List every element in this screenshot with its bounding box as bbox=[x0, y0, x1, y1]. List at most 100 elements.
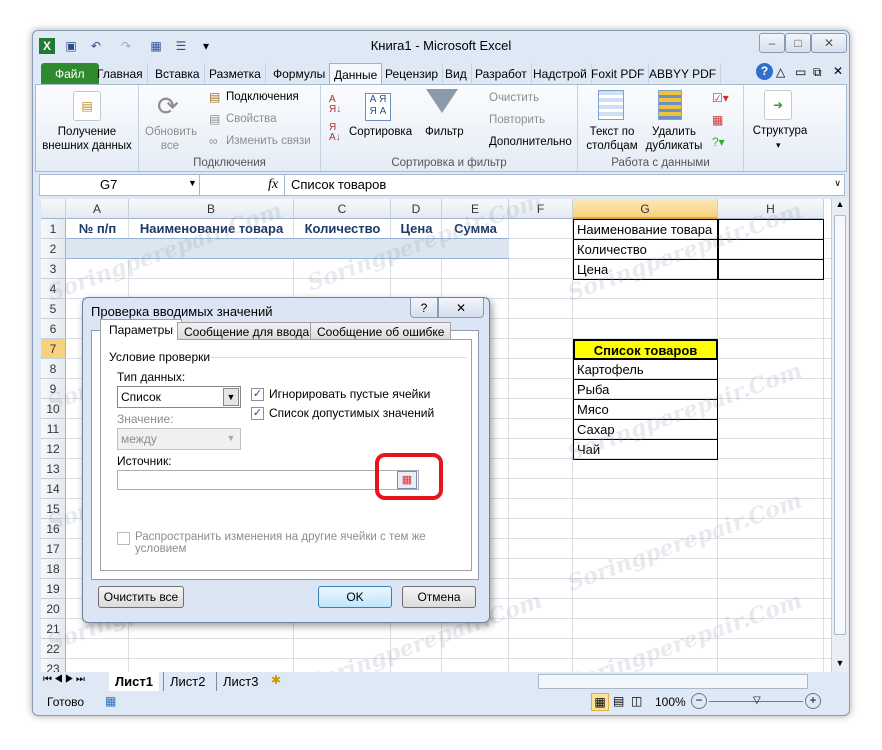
zoom-level[interactable]: 100% bbox=[655, 695, 686, 709]
sheet-tab-3[interactable]: Лист3 bbox=[216, 672, 264, 691]
text-to-columns-button[interactable]: Текст по столбцам bbox=[582, 125, 642, 153]
data-type-select[interactable]: Список ▼ bbox=[117, 386, 241, 408]
remove-duplicates-button[interactable]: Удалить дубликаты bbox=[644, 125, 704, 153]
cell-G9[interactable]: Рыба bbox=[573, 379, 718, 400]
cell-H3[interactable] bbox=[718, 259, 824, 280]
advanced-button[interactable]: Дополнительно bbox=[489, 136, 572, 148]
minimize-button[interactable]: – bbox=[759, 33, 785, 53]
sort-button[interactable]: Сортировка bbox=[349, 126, 412, 138]
row-header-9[interactable]: 9 bbox=[41, 379, 66, 399]
zoom-slider-thumb[interactable]: ▽ bbox=[753, 695, 761, 706]
maximize-button[interactable]: □ bbox=[785, 33, 811, 53]
outline-dropdown-icon[interactable]: ▾ bbox=[776, 140, 781, 151]
cell-G3[interactable]: Цена bbox=[573, 259, 718, 280]
workbook-restore-icon[interactable]: ⧉ bbox=[813, 65, 822, 80]
tab-3[interactable]: Разметка bbox=[205, 63, 266, 85]
page-break-view-icon[interactable]: ◫ bbox=[631, 694, 642, 708]
tab-1[interactable]: Главная bbox=[93, 63, 148, 85]
tab-input-message[interactable]: Сообщение для ввода bbox=[177, 322, 317, 340]
row-header-11[interactable]: 11 bbox=[41, 419, 66, 439]
sort-az-icon[interactable]: А Я↓ bbox=[329, 95, 341, 115]
name-box-dropdown-icon[interactable]: ▼ bbox=[188, 178, 197, 188]
cell-C1[interactable]: Количество bbox=[294, 219, 391, 239]
source-input[interactable] bbox=[117, 470, 419, 490]
tab-error-alert[interactable]: Сообщение об ошибке bbox=[310, 322, 452, 340]
tab-5[interactable]: Данные bbox=[329, 63, 383, 85]
cell-G1[interactable]: Наименование товара bbox=[573, 219, 718, 240]
name-box[interactable]: G7 bbox=[40, 175, 200, 195]
expand-formula-bar-icon[interactable]: ∨ bbox=[834, 178, 841, 189]
tab-2[interactable]: Вставка bbox=[151, 63, 205, 85]
column-header-E[interactable]: E bbox=[442, 199, 509, 219]
refresh-all-button[interactable]: Обновить все bbox=[145, 125, 197, 153]
workbook-minimize-icon[interactable]: ▭ bbox=[795, 65, 806, 79]
apply-all-checkbox[interactable] bbox=[117, 532, 130, 545]
column-header-F[interactable]: F bbox=[509, 199, 573, 219]
dialog-close-button[interactable]: ✕ bbox=[438, 298, 484, 318]
scroll-up-icon[interactable]: ▲ bbox=[832, 199, 848, 213]
workbook-close-icon[interactable]: ✕ bbox=[833, 64, 843, 78]
cell-E1[interactable]: Сумма bbox=[442, 219, 509, 239]
tab-7[interactable]: Вид bbox=[441, 63, 472, 85]
clear-all-button[interactable]: Очистить все bbox=[98, 586, 184, 608]
row-header-15[interactable]: 15 bbox=[41, 499, 66, 519]
cell-H2[interactable] bbox=[718, 239, 824, 260]
insert-sheet-icon[interactable]: ✱ bbox=[271, 673, 281, 687]
cell-G12[interactable]: Чай bbox=[573, 439, 718, 460]
row-header-1[interactable]: 1 bbox=[41, 219, 66, 239]
chevron-down-icon[interactable]: ▼ bbox=[223, 388, 239, 406]
tab-0[interactable]: Файл bbox=[41, 63, 99, 85]
normal-view-icon[interactable]: ▦ bbox=[591, 693, 609, 711]
row-header-3[interactable]: 3 bbox=[41, 259, 66, 279]
connections-button[interactable]: Подключения bbox=[226, 91, 299, 103]
row-header-22[interactable]: 22 bbox=[41, 639, 66, 659]
cell-B1[interactable]: Наименование товара bbox=[129, 219, 294, 239]
in-cell-dropdown-checkbox[interactable]: ✓ bbox=[251, 407, 264, 420]
reapply-button[interactable]: Повторить bbox=[489, 114, 545, 126]
horizontal-scrollbar[interactable] bbox=[538, 674, 808, 689]
cell-G7[interactable]: Список товаров bbox=[573, 339, 718, 360]
row-header-2[interactable]: 2 bbox=[41, 239, 66, 259]
get-external-data-button[interactable]: Получение внешних данных bbox=[36, 125, 138, 153]
macro-record-icon[interactable]: ▦ bbox=[105, 694, 116, 708]
row-header-16[interactable]: 16 bbox=[41, 519, 66, 539]
select-all-corner[interactable] bbox=[41, 199, 66, 219]
outline-button[interactable]: Структура bbox=[744, 125, 816, 137]
column-header-G[interactable]: G bbox=[573, 199, 718, 219]
cancel-button[interactable]: Отмена bbox=[402, 586, 476, 608]
row-header-23[interactable]: 23 bbox=[41, 659, 66, 672]
filter-button[interactable]: Фильтр bbox=[425, 126, 464, 138]
row-header-17[interactable]: 17 bbox=[41, 539, 66, 559]
cell-H1[interactable] bbox=[718, 219, 824, 240]
row-header-21[interactable]: 21 bbox=[41, 619, 66, 639]
scroll-thumb[interactable] bbox=[834, 215, 846, 635]
tab-9[interactable]: Надстрой bbox=[529, 63, 592, 85]
column-header-C[interactable]: C bbox=[294, 199, 391, 219]
cell-G10[interactable]: Мясо bbox=[573, 399, 718, 420]
row-header-13[interactable]: 13 bbox=[41, 459, 66, 479]
dialog-help-button[interactable]: ? bbox=[410, 298, 438, 318]
column-header-A[interactable]: A bbox=[66, 199, 129, 219]
row-header-12[interactable]: 12 bbox=[41, 439, 66, 459]
row-header-18[interactable]: 18 bbox=[41, 559, 66, 579]
ignore-blank-checkbox[interactable]: ✓ bbox=[251, 388, 264, 401]
zoom-in-icon[interactable]: + bbox=[805, 693, 821, 709]
insert-function-icon[interactable]: fx bbox=[268, 177, 278, 193]
column-header-H[interactable]: H bbox=[718, 199, 824, 219]
close-button[interactable]: ✕ bbox=[811, 33, 847, 53]
row-header-4[interactable]: 4 bbox=[41, 279, 66, 299]
row-header-14[interactable]: 14 bbox=[41, 479, 66, 499]
row-header-6[interactable]: 6 bbox=[41, 319, 66, 339]
vertical-scrollbar[interactable]: ▲ ▼ bbox=[831, 199, 848, 672]
sort-za-icon[interactable]: Я А↓ bbox=[329, 123, 341, 143]
tab-10[interactable]: Foxit PDF bbox=[587, 63, 650, 85]
consolidate-icon[interactable]: ▦ bbox=[712, 113, 723, 127]
page-layout-view-icon[interactable]: ▤ bbox=[613, 694, 624, 708]
tab-6[interactable]: Рецензир bbox=[381, 63, 444, 85]
zoom-out-icon[interactable]: − bbox=[691, 693, 707, 709]
tab-4[interactable]: Формулы bbox=[269, 63, 331, 85]
properties-button[interactable]: Свойства bbox=[226, 113, 277, 125]
tab-8[interactable]: Разработ bbox=[471, 63, 532, 85]
row-header-5[interactable]: 5 bbox=[41, 299, 66, 319]
value-select[interactable]: между ▼ bbox=[117, 428, 241, 450]
